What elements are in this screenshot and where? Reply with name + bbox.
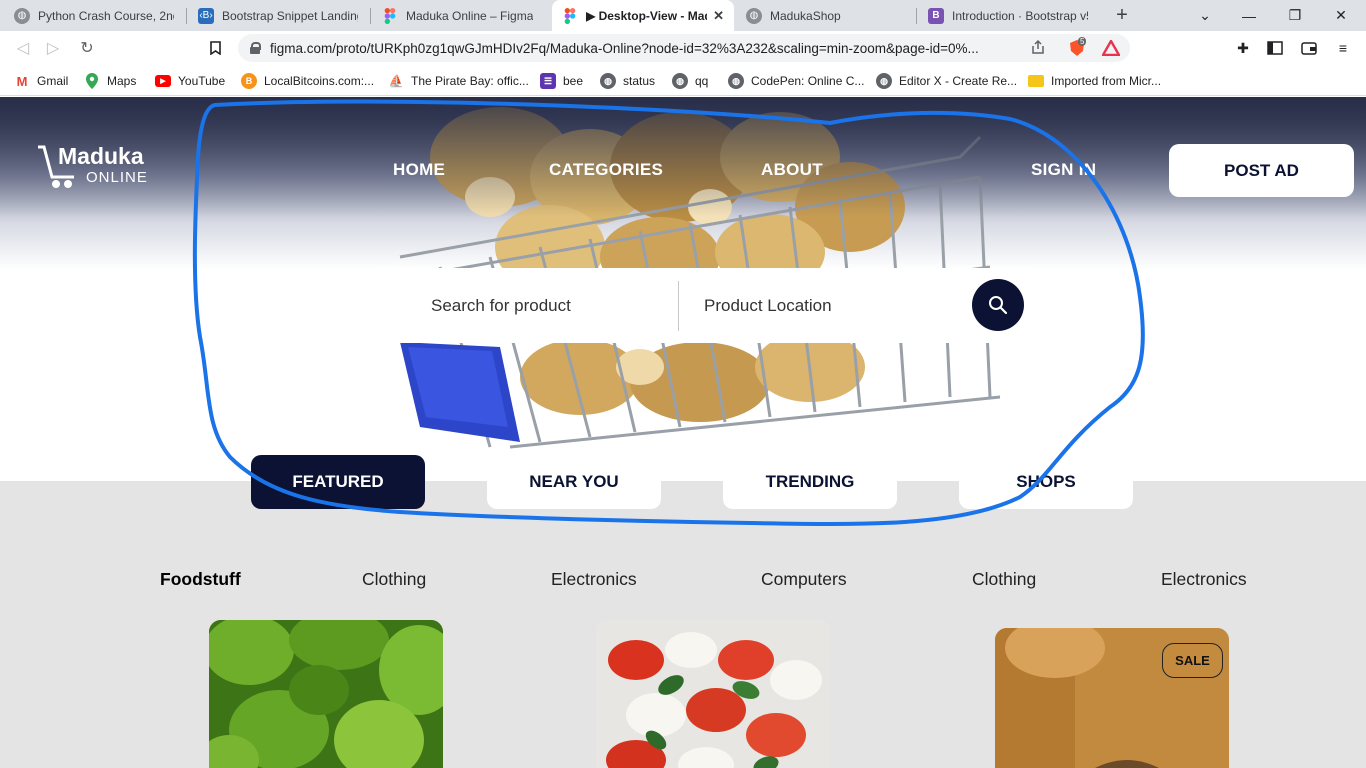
search-icon	[989, 296, 1008, 315]
tab-near-you[interactable]: NEAR YOU	[487, 455, 661, 509]
maps-pin-icon	[84, 73, 100, 89]
browser-tab-madukashop[interactable]: ◍ MadukaShop	[736, 0, 914, 31]
back-icon[interactable]: ◁	[12, 37, 34, 59]
search-button[interactable]	[972, 279, 1024, 331]
brave-rewards-icon[interactable]	[1102, 39, 1120, 57]
search-bar	[366, 268, 1042, 343]
category-foodstuff[interactable]: Foodstuff	[160, 569, 241, 590]
youtube-icon: ▶	[155, 75, 171, 87]
browser-tab-python[interactable]: ◍ Python Crash Course, 2nd E	[4, 0, 184, 31]
close-tab-icon[interactable]: ✕	[707, 8, 724, 24]
location-input[interactable]	[704, 286, 964, 326]
category-electronics[interactable]: Electronics	[551, 569, 637, 590]
browser-tab-bootstrap-intro[interactable]: B Introduction · Bootstrap v5	[918, 0, 1098, 31]
new-tab-button[interactable]: +	[1110, 4, 1134, 28]
list-icon: ☰	[540, 73, 556, 89]
bookmark-codepen[interactable]: ◍ CodePen: Online C...	[728, 71, 864, 91]
category-computers[interactable]: Computers	[761, 569, 847, 590]
avocado-image	[209, 620, 443, 768]
caprese-salad-image	[596, 620, 830, 768]
browser-tab-bar: ◍ Python Crash Course, 2nd E ‹B› Bootstr…	[0, 0, 1366, 31]
globe-icon: ◍	[728, 73, 744, 89]
nav-sign-in[interactable]: SIGN IN	[1031, 160, 1096, 180]
maduka-logo[interactable]: Maduka ONLINE	[36, 143, 156, 191]
product-card-sweater[interactable]: SALE	[995, 628, 1229, 768]
reload-icon[interactable]: ↻	[76, 37, 98, 59]
restore-button[interactable]: ❐	[1272, 0, 1318, 31]
tab-featured[interactable]: FEATURED	[251, 455, 425, 509]
bookmark-youtube[interactable]: ▶ YouTube	[155, 71, 225, 91]
tab-search-icon[interactable]: ⌄	[1182, 0, 1228, 31]
globe-icon: ◍	[600, 73, 616, 89]
bookmark-qq[interactable]: ◍ qq	[672, 71, 708, 91]
minimize-button[interactable]: —	[1226, 0, 1272, 31]
sidebar-icon[interactable]	[1266, 39, 1284, 57]
figma-icon	[562, 7, 578, 24]
category-electronics-2[interactable]: Electronics	[1161, 569, 1247, 590]
share-icon[interactable]	[1030, 39, 1046, 58]
bookmark-editorx[interactable]: ◍ Editor X - Create Re...	[876, 71, 1017, 91]
page-viewport: Maduka ONLINE HOME CATEGORIES ABOUT SIGN…	[0, 97, 1366, 768]
folder-icon	[1028, 75, 1044, 87]
tab-trending[interactable]: TRENDING	[723, 455, 897, 509]
post-ad-button[interactable]: POST AD	[1169, 144, 1354, 197]
category-clothing-2[interactable]: Clothing	[972, 569, 1036, 590]
browser-tab-desktop-view[interactable]: ▶ Desktop-View - Mad ✕	[552, 0, 734, 31]
globe-icon: ◍	[14, 7, 30, 24]
gmail-icon: M	[16, 73, 28, 89]
browser-toolbar: ◁ ▷ ↻ figma.com/proto/tURKph0zg1qwGJmHDI…	[0, 31, 1366, 65]
browser-tab-bootstrap-snippet[interactable]: ‹B› Bootstrap Snippet Landing	[188, 0, 368, 31]
bookmark-piratebay[interactable]: ⛵ The Pirate Bay: offic...	[388, 71, 529, 91]
bookmarks-bar: M Gmail Maps ▶ YouTube B LocalBitcoins.c…	[0, 65, 1366, 96]
category-clothing[interactable]: Clothing	[362, 569, 426, 590]
extensions-icon[interactable]: ✚	[1234, 39, 1252, 57]
nav-home[interactable]: HOME	[393, 160, 445, 180]
lock-icon	[250, 42, 261, 54]
globe-icon: ◍	[672, 73, 688, 89]
globe-icon: ◍	[746, 7, 762, 24]
forward-icon[interactable]: ▷	[42, 37, 64, 59]
nav-about[interactable]: ABOUT	[761, 160, 823, 180]
sale-badge: SALE	[1162, 643, 1223, 678]
menu-icon[interactable]: ≡	[1334, 39, 1352, 57]
bookmark-bee[interactable]: ☰ bee	[540, 71, 583, 91]
logo-brand-text: Maduka	[58, 143, 144, 169]
bootstrap-icon: ‹B›	[198, 7, 214, 24]
logo-sub-text: ONLINE	[86, 169, 148, 186]
bootstrap-icon: B	[928, 7, 944, 24]
bookmark-icon[interactable]	[204, 37, 226, 59]
bitcoin-icon: B	[241, 73, 257, 89]
brave-shield-icon[interactable]: 5	[1068, 37, 1087, 57]
tab-shops[interactable]: SHOPS	[959, 455, 1133, 509]
bookmark-localbitcoins[interactable]: B LocalBitcoins.com:...	[241, 71, 374, 91]
bookmark-status[interactable]: ◍ status	[600, 71, 655, 91]
product-search-input[interactable]	[431, 286, 671, 326]
hero-section: Maduka ONLINE HOME CATEGORIES ABOUT SIGN…	[0, 97, 1366, 481]
bookmark-maps[interactable]: Maps	[84, 71, 136, 91]
close-window-button[interactable]: ✕	[1318, 0, 1364, 31]
address-bar[interactable]: figma.com/proto/tURKph0zg1qwGJmHDIv2Fq/M…	[238, 34, 1130, 62]
globe-icon: ◍	[876, 73, 892, 89]
browser-tab-figma[interactable]: Maduka Online – Figma	[372, 0, 550, 31]
bookmark-gmail[interactable]: M Gmail	[14, 71, 69, 91]
bookmark-folder-imported[interactable]: Imported from Micr...	[1028, 71, 1161, 91]
product-card-caprese[interactable]	[596, 620, 830, 768]
wallet-icon[interactable]	[1300, 39, 1318, 57]
url-text: figma.com/proto/tURKph0zg1qwGJmHDIv2Fq/M…	[270, 40, 979, 56]
nav-categories[interactable]: CATEGORIES	[549, 160, 663, 180]
product-card-avocados[interactable]	[209, 620, 443, 768]
pirate-ship-icon: ⛵	[388, 74, 404, 88]
figma-icon	[382, 7, 398, 24]
